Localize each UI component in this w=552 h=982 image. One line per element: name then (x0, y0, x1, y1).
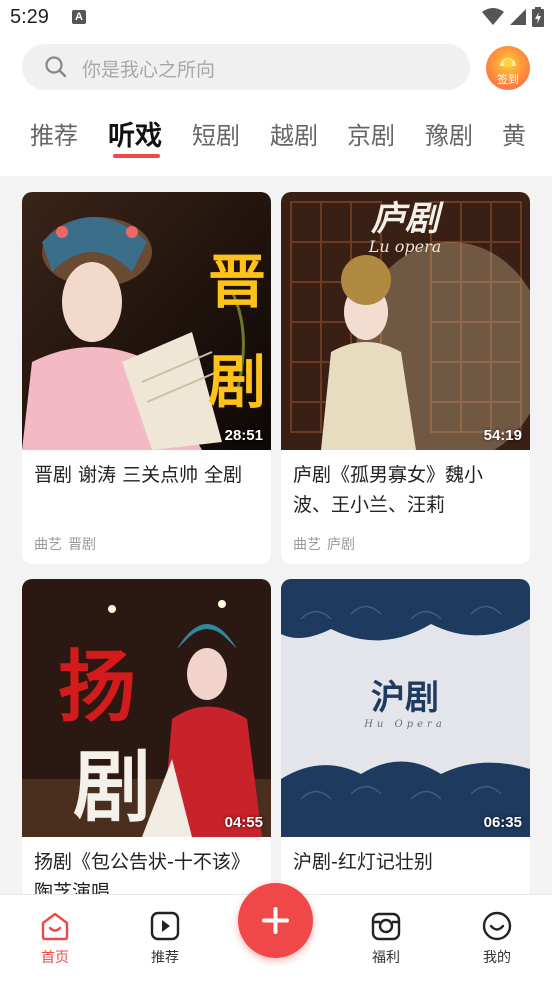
video-duration: 04:55 (224, 814, 263, 831)
video-card[interactable]: 庐剧 Lu opera 54:19 庐剧《孤男寡女》魏小波、王小兰、汪莉 曲艺庐… (281, 192, 530, 564)
art-char-1: 扬 (58, 642, 136, 733)
video-thumbnail: 扬 剧 04:55 (22, 579, 271, 837)
tab-yu-opera[interactable]: 豫剧 (425, 116, 473, 151)
video-title[interactable]: 晋剧 谢涛 三关点帅 全剧 (34, 460, 261, 490)
hu-opera-artwork: 沪剧 Hu Opera (281, 579, 530, 837)
notification-a-icon: A (72, 10, 86, 24)
video-title[interactable]: 沪剧-红灯记壮别 (293, 847, 520, 877)
wifi-icon (482, 8, 504, 25)
art-subtitle-text: Lu opera (368, 237, 442, 256)
nav-label: 推荐 (151, 950, 179, 966)
status-time: 5:29 (10, 6, 49, 28)
search-placeholder: 你是我心之所向 (82, 59, 216, 81)
art-title: 庐剧 Lu opera (368, 199, 444, 256)
nav-welfare[interactable]: 福利 (351, 911, 421, 967)
art-title-vertical: 扬 剧 (58, 642, 151, 829)
video-title[interactable]: 扬剧《包公告状-十不该》陶芝演唱 (34, 847, 261, 899)
gift-icon (371, 912, 401, 941)
art-title-vertical: 晋 剧 (208, 248, 266, 416)
art-char-2: 剧 (208, 348, 266, 416)
video-thumbnail: 晋 剧 28:51 (22, 192, 271, 450)
tab-recommend[interactable]: 推荐 (30, 116, 78, 151)
checkin-button[interactable]: 签到 (486, 46, 530, 90)
status-bar: 5:29 A (0, 0, 552, 36)
category-tabs: 推荐 听戏 短剧 越剧 京剧 豫剧 黄 (0, 116, 552, 162)
tab-short-drama[interactable]: 短剧 (192, 116, 240, 151)
video-duration: 06:35 (483, 814, 522, 831)
nav-home[interactable]: 首页 (20, 911, 90, 967)
art-char-1: 晋 (208, 248, 266, 316)
tag[interactable]: 曲艺 (34, 537, 62, 553)
tab-huang[interactable]: 黄 (502, 116, 526, 151)
video-card[interactable]: 扬 剧 04:55 扬剧《包公告状-十不该》陶芝演唱 (22, 579, 271, 899)
bottom-nav: 首页 推荐 福利 我的 (0, 883, 552, 982)
smile-icon (482, 911, 512, 941)
art-title-text: 沪剧 (371, 678, 439, 718)
battery-icon (532, 7, 544, 27)
add-button[interactable] (238, 883, 313, 958)
nav-label: 首页 (41, 950, 69, 966)
nav-mine[interactable]: 我的 (462, 911, 532, 967)
video-duration: 54:19 (483, 427, 522, 444)
tab-yue-opera[interactable]: 越剧 (270, 116, 318, 151)
nav-recommend[interactable]: 推荐 (130, 911, 200, 967)
video-card[interactable]: 晋 剧 28:51 晋剧 谢涛 三关点帅 全剧 曲艺 晋剧 (22, 192, 271, 564)
home-icon (41, 912, 69, 941)
tag[interactable]: 晋剧 (68, 537, 96, 553)
art-title-text: 庐剧 (371, 199, 444, 239)
tag[interactable]: 庐剧 (327, 537, 355, 553)
tab-listen-opera[interactable]: 听戏 (108, 116, 162, 153)
video-tags: 曲艺 晋剧 (34, 534, 102, 554)
sun-icon (500, 58, 516, 67)
tag[interactable]: 曲艺 (293, 537, 321, 553)
art-char-2: 剧 (73, 742, 151, 829)
nav-label: 福利 (372, 950, 400, 966)
play-icon (150, 911, 180, 941)
video-title[interactable]: 庐剧《孤男寡女》魏小波、王小兰、汪莉 (293, 460, 520, 520)
nav-label: 我的 (483, 950, 511, 966)
video-thumbnail: 沪剧 Hu Opera 06:35 (281, 579, 530, 837)
tab-peking-opera[interactable]: 京剧 (347, 116, 395, 151)
plus-icon (262, 907, 289, 934)
video-duration: 28:51 (224, 427, 263, 444)
signal-icon (510, 9, 526, 25)
active-tab-indicator (113, 154, 160, 158)
search-bar[interactable]: 你是我心之所向 (22, 44, 470, 90)
video-tags: 曲艺 庐剧 (293, 534, 361, 554)
status-icons (482, 7, 544, 27)
video-card[interactable]: 沪剧 Hu Opera 06:35 沪剧-红灯记壮别 (281, 579, 530, 899)
art-subtitle-text: Hu Opera (363, 719, 446, 730)
search-icon (45, 56, 67, 78)
checkin-label: 签到 (497, 73, 519, 86)
video-thumbnail: 庐剧 Lu opera 54:19 (281, 192, 530, 450)
header: 你是我心之所向 签到 推荐 听戏 短剧 越剧 京剧 豫剧 黄 (0, 36, 552, 176)
